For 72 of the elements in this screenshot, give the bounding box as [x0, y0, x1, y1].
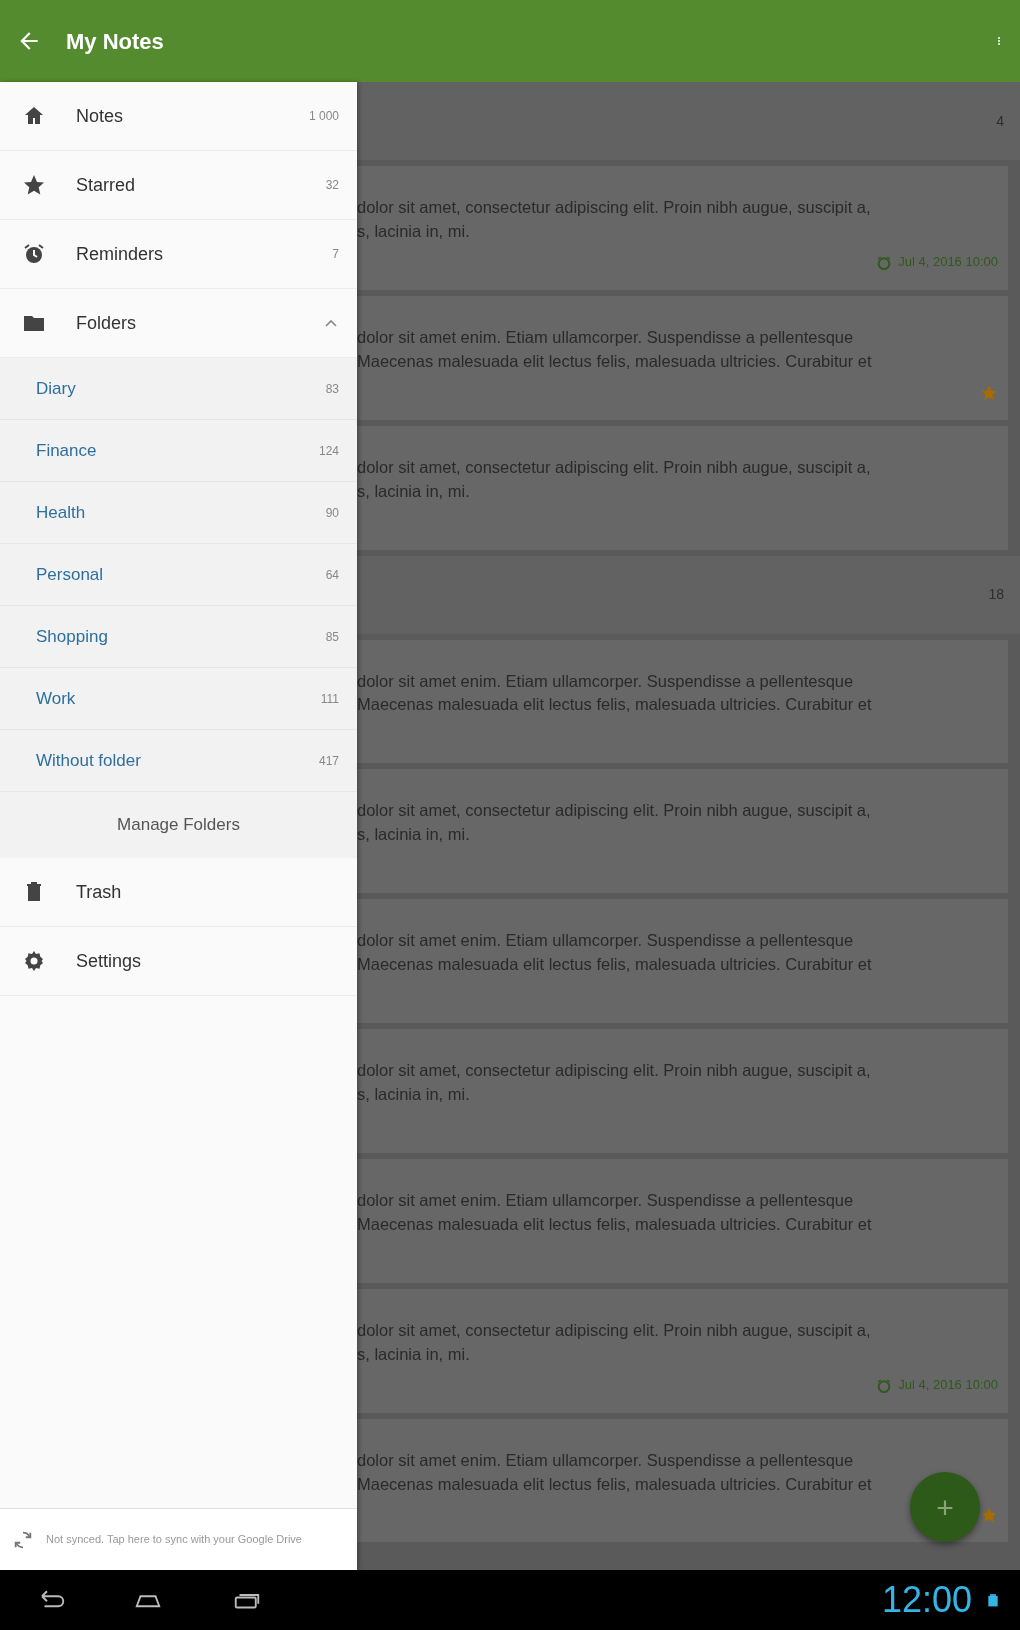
- note-text-line: Maecenas malesuada elit lectus felis, malesuada ultricies. Curabitur et: [357, 1473, 873, 1495]
- note-text-line: dolor sit amet enim. Etiam ullamcorper. Suspendisse a pellentesque: [357, 670, 855, 692]
- note-text-line: dolor sit amet enim. Etiam ullamcorper. Suspendisse a pellentesque: [357, 930, 855, 952]
- folder-item[interactable]: Finance 124: [0, 420, 357, 482]
- drawer-item[interactable]: Reminders 7: [0, 220, 357, 289]
- item-label: Notes: [76, 104, 124, 128]
- item-label: Settings: [76, 949, 142, 973]
- alarm-clock-icon: [22, 242, 46, 266]
- caret-icon[interactable]: [323, 317, 339, 329]
- folder-count: 83: [325, 380, 339, 398]
- note-text-line: dolor sit amet, consectetur adipiscing elit. Proin nibh augue, suscipit a,: [357, 456, 872, 478]
- item-label: Trash: [76, 880, 122, 904]
- folder-label: Without folder: [36, 749, 141, 772]
- note-card[interactable]: dolor sit amet, consectetur adipiscing elit. Proin nibh augue, suscipit a, s, lacinia in, mi.: [357, 425, 1008, 550]
- item-count: 7: [332, 246, 339, 263]
- note-text-line: Maecenas malesuada elit lectus felis, malesuada ultricies. Curabitur et: [357, 350, 873, 372]
- note-card[interactable]: dolor sit amet, consectetur adipiscing elit. Proin nibh augue, suscipit a, s, lacinia in, mi.: [357, 1029, 1008, 1153]
- folder-count: 85: [325, 628, 339, 646]
- manage-folders-button[interactable]: Manage Folders: [0, 792, 357, 858]
- note-text-line: s, lacinia in, mi.: [357, 220, 471, 242]
- folder-item[interactable]: Health 90: [0, 482, 357, 544]
- folder-count: 417: [318, 752, 339, 770]
- sync-message: Not synced. Tap here to sync with your Google Drive: [46, 1532, 302, 1547]
- note-text-line: s, lacinia in, mi.: [357, 824, 471, 846]
- reminder-date: Jul 4, 2016 10:00: [898, 253, 998, 272]
- note-text-line: s, lacinia in, mi.: [357, 1343, 471, 1365]
- folder-label: Work: [36, 687, 76, 710]
- note-card[interactable]: dolor sit amet, consectetur adipiscing elit. Proin nibh augue, suscipit a, s, lacinia in, mi. Jul 4, 2016 10:00: [357, 166, 1008, 290]
- note-card[interactable]: dolor sit amet enim. Etiam ullamcorper. Suspendisse a pellentesque Maecenas malesuada elit lectus felis, malesuada ultricies. Curabitur et: [357, 295, 1008, 420]
- folder-count: 90: [325, 504, 339, 522]
- gear-icon: [22, 949, 46, 973]
- folder-count: 111: [320, 690, 339, 708]
- reminder-date: Jul 4, 2016 10:00: [898, 1376, 998, 1395]
- note-card[interactable]: dolor sit amet enim. Etiam ullamcorper. Suspendisse a pellentesque Maecenas malesuada elit lectus felis, malesuada ultricies. Curabitur et: [357, 1158, 1008, 1283]
- folder-item[interactable]: Personal 64: [0, 544, 357, 606]
- note-card[interactable]: dolor sit amet enim. Etiam ullamcorper. Suspendisse a pellentesque Maecenas malesuada elit lectus felis, malesuada ultricies. Curabitur et: [357, 639, 1008, 764]
- folder-item[interactable]: Diary 83: [0, 358, 357, 420]
- star-icon: [22, 173, 46, 197]
- item-label: Folders: [76, 311, 137, 335]
- item-count: 1 000: [308, 108, 339, 125]
- folder-item[interactable]: Without folder 417: [0, 730, 357, 792]
- drawer-item[interactable]: Settings: [0, 927, 357, 996]
- note-text-line: dolor sit amet, consectetur adipiscing elit. Proin nibh augue, suscipit a,: [357, 1060, 872, 1082]
- folder-label: Health: [36, 501, 86, 524]
- note-card[interactable]: dolor sit amet, consectetur adipiscing elit. Proin nibh augue, suscipit a, s, lacinia in, mi. Jul 4, 2016 10:00: [357, 1288, 1008, 1413]
- app-title: My Notes: [66, 27, 164, 56]
- folder-label: Personal: [36, 563, 104, 586]
- folder-item[interactable]: Work 111: [0, 668, 357, 730]
- note-text-line: dolor sit amet enim. Etiam ullamcorper. Suspendisse a pellentesque: [357, 326, 855, 348]
- note-text-line: s, lacinia in, mi.: [357, 480, 471, 502]
- folder-item[interactable]: Shopping 85: [0, 606, 357, 668]
- note-text-line: s, lacinia in, mi.: [357, 1084, 471, 1105]
- folder-count: 124: [318, 442, 339, 460]
- folder-label: Diary: [36, 377, 76, 400]
- folder-label: Shopping: [36, 625, 108, 648]
- sync-bar[interactable]: Not synced. Tap here to sync with your Google Drive: [0, 1508, 357, 1570]
- folder-label: Finance: [36, 439, 97, 462]
- note-text-line: Maecenas malesuada elit lectus felis, malesuada ultricies. Curabitur et: [357, 694, 873, 716]
- note-text-line: dolor sit amet, consectetur adipiscing elit. Proin nibh augue, suscipit a,: [357, 800, 872, 822]
- item-count: 32: [325, 177, 339, 194]
- note-text-line: Maecenas malesuada elit lectus felis, malesuada ultricies. Curabitur et: [357, 1213, 873, 1235]
- note-text-line: dolor sit amet, consectetur adipiscing elit. Proin nibh augue, suscipit a,: [357, 197, 872, 218]
- note-card[interactable]: dolor sit amet, consectetur adipiscing elit. Proin nibh augue, suscipit a, s, lacinia in, mi.: [357, 769, 1008, 894]
- folder-count: 64: [325, 566, 339, 584]
- note-card[interactable]: dolor sit amet enim. Etiam ullamcorper. Suspendisse a pellentesque Maecenas malesuada elit lectus felis, malesuada ultricies. Curabitur et: [357, 899, 1008, 1024]
- clock: 12:00: [881, 1578, 972, 1622]
- item-label: Starred: [76, 173, 136, 197]
- note-text-line: dolor sit amet enim. Etiam ullamcorper. Suspendisse a pellentesque: [357, 1189, 855, 1211]
- note-text-line: dolor sit amet, consectetur adipiscing elit. Proin nibh augue, suscipit a,: [357, 1319, 872, 1341]
- item-label: Reminders: [76, 242, 164, 266]
- note-text-line: Maecenas malesuada elit lectus felis, malesuada ultricies. Curabitur et: [357, 954, 873, 976]
- note-text-line: dolor sit amet enim. Etiam ullamcorper. Suspendisse a pellentesque: [357, 1449, 855, 1471]
